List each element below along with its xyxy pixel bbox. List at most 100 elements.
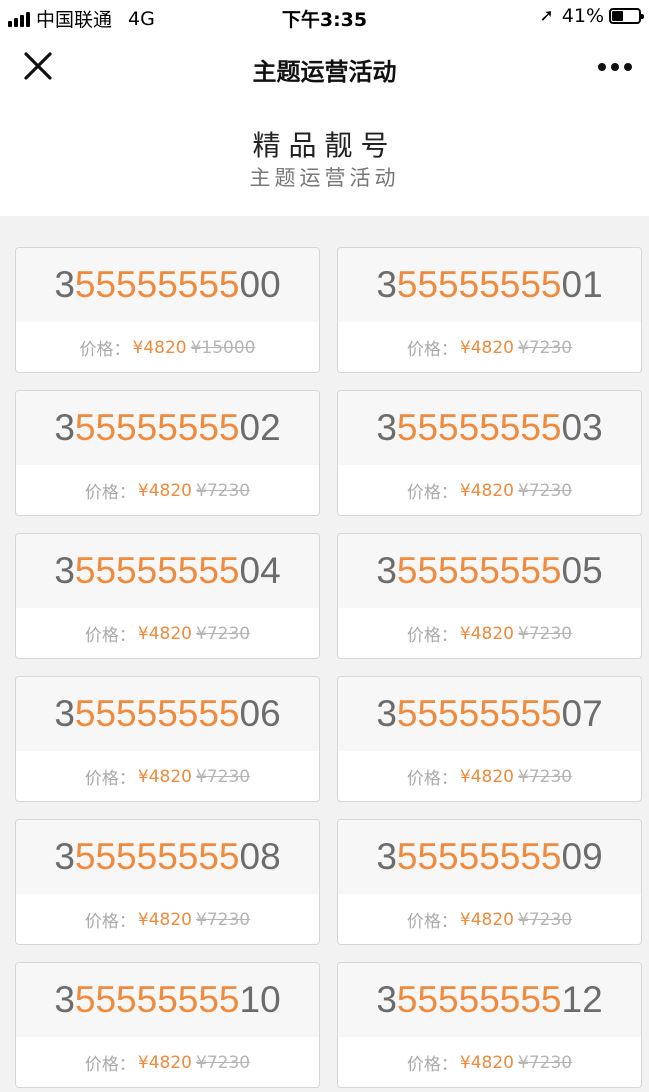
number-prefix: 3 — [376, 836, 397, 877]
number-card[interactable]: 3 55555555 05 价格： ¥4820 ¥7230 — [337, 533, 642, 659]
number-highlight: 55555555 — [74, 264, 240, 305]
price-row: 价格： ¥4820 ¥7230 — [338, 751, 641, 801]
number-suffix: 00 — [239, 264, 281, 305]
number-prefix: 3 — [54, 550, 75, 591]
price-row: 价格： ¥4820 ¥7230 — [16, 465, 319, 515]
number-suffix: 03 — [561, 407, 603, 448]
phone-number: 3 55555555 05 — [338, 534, 641, 608]
original-price: ¥7230 — [518, 623, 573, 644]
current-price: ¥4820 — [137, 623, 192, 644]
more-dots-icon — [598, 63, 606, 71]
phone-number: 3 55555555 03 — [338, 391, 641, 465]
price-label: 价格： — [84, 1055, 136, 1075]
original-price: ¥7230 — [518, 337, 573, 358]
number-highlight: 55555555 — [396, 407, 562, 448]
number-suffix: 06 — [239, 693, 281, 734]
number-prefix: 3 — [54, 264, 75, 305]
phone-number: 3 55555555 01 — [338, 248, 641, 322]
page-header: 精品靓号 主题运营活动 — [0, 100, 649, 216]
number-prefix: 3 — [54, 407, 75, 448]
original-price: ¥7230 — [196, 623, 251, 644]
number-card[interactable]: 3 55555555 08 价格： ¥4820 ¥7230 — [15, 819, 320, 945]
phone-number: 3 55555555 09 — [338, 820, 641, 894]
price-label: 价格： — [79, 340, 131, 360]
number-prefix: 3 — [54, 693, 75, 734]
phone-number: 3 55555555 12 — [338, 963, 641, 1037]
current-price: ¥4820 — [132, 337, 187, 358]
number-highlight: 55555555 — [74, 979, 240, 1020]
number-suffix: 02 — [239, 407, 281, 448]
phone-number: 3 55555555 10 — [16, 963, 319, 1037]
number-card[interactable]: 3 55555555 03 价格： ¥4820 ¥7230 — [337, 390, 642, 516]
current-price: ¥4820 — [137, 480, 192, 501]
current-price: ¥4820 — [459, 623, 514, 644]
page-title: 精品靓号 — [252, 129, 397, 162]
number-highlight: 55555555 — [396, 979, 562, 1020]
original-price: ¥7230 — [196, 909, 251, 930]
number-card[interactable]: 3 55555555 04 价格： ¥4820 ¥7230 — [15, 533, 320, 659]
price-row: 价格： ¥4820 ¥7230 — [16, 608, 319, 658]
current-price: ¥4820 — [137, 1052, 192, 1073]
price-label: 价格： — [406, 340, 458, 360]
number-suffix: 09 — [561, 836, 603, 877]
price-row: 价格： ¥4820 ¥7230 — [16, 751, 319, 801]
status-right: ➚ 41% — [539, 5, 644, 27]
number-card[interactable]: 3 55555555 07 价格： ¥4820 ¥7230 — [337, 676, 642, 802]
price-row: 价格： ¥4820 ¥7230 — [338, 465, 641, 515]
number-prefix: 3 — [54, 836, 75, 877]
original-price: ¥7230 — [518, 1052, 573, 1073]
price-row: 价格： ¥4820 ¥7230 — [16, 1037, 319, 1087]
number-highlight: 55555555 — [396, 264, 562, 305]
number-card[interactable]: 3 55555555 02 价格： ¥4820 ¥7230 — [15, 390, 320, 516]
price-label: 价格： — [84, 769, 136, 789]
number-prefix: 3 — [376, 979, 397, 1020]
number-prefix: 3 — [376, 693, 397, 734]
price-row: 价格： ¥4820 ¥7230 — [16, 894, 319, 944]
original-price: ¥7230 — [196, 1052, 251, 1073]
price-label: 价格： — [406, 483, 458, 503]
original-price: ¥7230 — [518, 480, 573, 501]
price-row: 价格： ¥4820 ¥7230 — [338, 608, 641, 658]
number-highlight: 55555555 — [74, 407, 240, 448]
number-suffix: 05 — [561, 550, 603, 591]
phone-number: 3 55555555 02 — [16, 391, 319, 465]
current-price: ¥4820 — [459, 766, 514, 787]
original-price: ¥15000 — [190, 337, 256, 358]
original-price: ¥7230 — [196, 480, 251, 501]
current-price: ¥4820 — [137, 909, 192, 930]
phone-number: 3 55555555 04 — [16, 534, 319, 608]
number-highlight: 55555555 — [74, 836, 240, 877]
number-prefix: 3 — [376, 550, 397, 591]
more-button[interactable] — [593, 48, 637, 86]
number-prefix: 3 — [376, 264, 397, 305]
number-card[interactable]: 3 55555555 09 价格： ¥4820 ¥7230 — [337, 819, 642, 945]
price-label: 价格： — [84, 626, 136, 646]
current-price: ¥4820 — [459, 909, 514, 930]
phone-number: 3 55555555 06 — [16, 677, 319, 751]
number-suffix: 07 — [561, 693, 603, 734]
price-label: 价格： — [84, 483, 136, 503]
number-card[interactable]: 3 55555555 12 价格： ¥4820 ¥7230 — [337, 962, 642, 1088]
location-arrow-icon: ➚ — [539, 6, 554, 26]
number-highlight: 55555555 — [74, 693, 240, 734]
number-highlight: 55555555 — [74, 550, 240, 591]
price-row: 价格： ¥4820 ¥15000 — [16, 322, 319, 372]
number-suffix: 01 — [561, 264, 603, 305]
battery-percent: 41% — [561, 5, 604, 27]
number-card[interactable]: 3 55555555 01 价格： ¥4820 ¥7230 — [337, 247, 642, 373]
original-price: ¥7230 — [196, 766, 251, 787]
current-price: ¥4820 — [137, 766, 192, 787]
number-suffix: 12 — [561, 979, 603, 1020]
current-price: ¥4820 — [459, 1052, 514, 1073]
number-suffix: 10 — [239, 979, 281, 1020]
price-label: 价格： — [406, 626, 458, 646]
price-row: 价格： ¥4820 ¥7230 — [338, 894, 641, 944]
number-highlight: 55555555 — [396, 836, 562, 877]
number-grid: 3 55555555 00 价格： ¥4820 ¥15000 3 55555555 01 价格： ¥… — [15, 247, 642, 1088]
nav-bar: 主题运营活动 — [0, 34, 649, 100]
price-label: 价格： — [406, 1055, 458, 1075]
number-card[interactable]: 3 55555555 00 价格： ¥4820 ¥15000 — [15, 247, 320, 373]
battery-icon — [609, 8, 644, 24]
number-card[interactable]: 3 55555555 10 价格： ¥4820 ¥7230 — [15, 962, 320, 1088]
number-card[interactable]: 3 55555555 06 价格： ¥4820 ¥7230 — [15, 676, 320, 802]
